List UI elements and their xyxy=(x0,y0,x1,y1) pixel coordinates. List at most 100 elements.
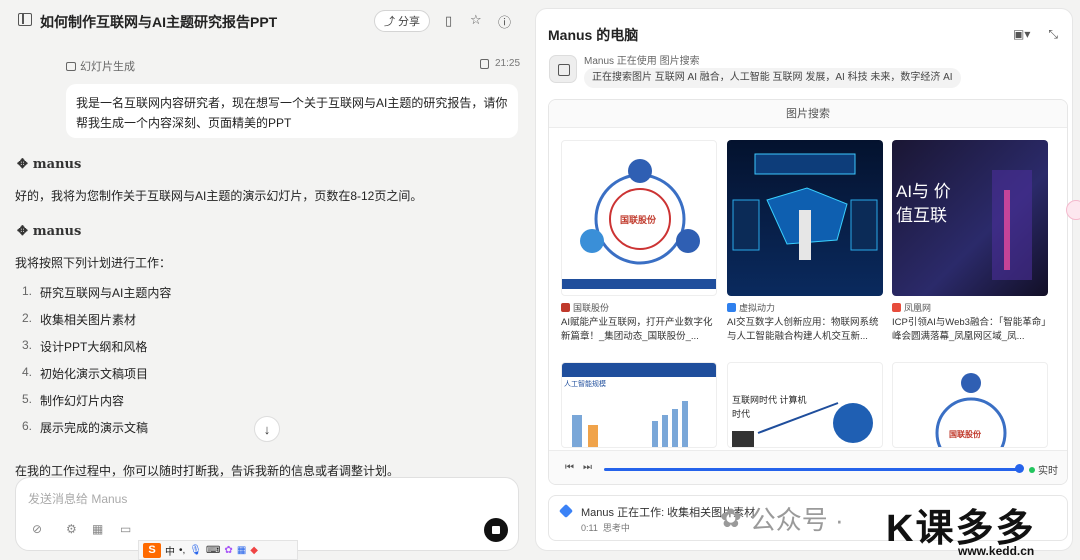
search-query: 正在搜索图片 互联网 AI 融合，人工智能 互联网 发展，AI 科技 未来，数字… xyxy=(584,68,961,88)
thinking-label: 思考中 xyxy=(602,523,630,533)
info-icon[interactable]: ⓘ xyxy=(498,12,511,31)
result-thumbnail[interactable]: 人工智能规模 xyxy=(561,362,717,448)
result-thumbnail[interactable]: 国联股份 xyxy=(892,362,1048,448)
timestamp: 21:25 xyxy=(495,58,521,69)
chat-panel: 如何制作互联网与AI主题研究报告PPT ⤴ 分享 ▯ ☆ ⓘ 幻灯片生成 21:2… xyxy=(0,0,534,560)
ime-toolbar[interactable]: S 中 •, 🎙 ⌨ ✿ ▦ ◆ xyxy=(138,540,298,560)
result-caption[interactable]: AI交互数字人创新应用：物联网系统与人工智能融合构建人机交互新... xyxy=(727,316,883,344)
tag-label: 幻灯片生成 xyxy=(80,61,135,73)
live-indicator[interactable]: 实时 xyxy=(1029,462,1058,477)
thumbnail-text: 互联网时代 计算机时代 xyxy=(732,395,807,419)
working-icon xyxy=(558,503,574,519)
message-input[interactable]: 发送消息给 Manus xyxy=(28,490,127,507)
watermark-text: ✿ 公众号 · xyxy=(720,500,844,537)
result-caption[interactable]: ICP引领AI与Web3融合：「智能革命」峰会圆满落幕_凤凰网区域_凤... xyxy=(892,316,1048,344)
plugin-icon[interactable]: ◆ xyxy=(250,545,258,556)
result-source: 凤凰网 xyxy=(892,301,1048,314)
copy-icon[interactable] xyxy=(480,58,489,69)
screen-icon[interactable]: ▣▾ xyxy=(1013,27,1030,42)
thumbnail-text: 国联股份 xyxy=(949,430,981,439)
source-label: 凤凰网 xyxy=(904,303,932,313)
image-result[interactable]: AI与 价值互联 凤凰网 ICP引领AI与Web3融合：「智能革命」峰会圆满落幕… xyxy=(892,140,1048,344)
result-thumbnail[interactable] xyxy=(727,140,883,296)
result-caption[interactable]: AI赋能产业互联网，打开产业数字化新篇章！_集团动态_国联股份_... xyxy=(561,316,717,344)
image-result[interactable]: 国联股份 xyxy=(892,362,1048,448)
step-number: 2. xyxy=(22,311,33,325)
slides-icon xyxy=(66,61,76,71)
stop-button[interactable] xyxy=(484,518,508,542)
tool-usage-text: Manus 正在使用 图片搜索 xyxy=(584,56,700,67)
step-text: 设计PPT大纲和风格 xyxy=(40,340,148,354)
assistant-label: manus xyxy=(32,224,82,239)
image-result[interactable]: 互联网时代 计算机时代 xyxy=(727,362,883,448)
image-result[interactable]: 国联股份 国联股份 AI赋能产业互联网，打开产业数字化新篇章！_集团动态_国联股… xyxy=(561,140,717,344)
apps-icon[interactable]: ▦ xyxy=(237,545,246,556)
live-dot-icon xyxy=(1029,466,1035,473)
step-number: 5. xyxy=(22,392,33,406)
assistant-reply-1: 好的，我将为您制作关于互联网与AI主题的演示幻灯片，页数在8-12页之间。 xyxy=(15,189,423,203)
step-text: 初始化演示文稿项目 xyxy=(40,367,149,381)
image-result[interactable]: 人工智能规模 xyxy=(561,362,717,448)
scroll-down-button[interactable]: ↓ xyxy=(254,416,280,442)
assistant-name-2: ✥ manus xyxy=(17,224,81,239)
elapsed-time: 0:11 xyxy=(581,523,598,533)
skin-icon[interactable]: ✿ xyxy=(224,545,232,556)
result-thumbnail[interactable]: 国联股份 xyxy=(561,140,717,296)
keyboard-icon[interactable]: ⌨ xyxy=(206,545,220,556)
browser-view: 图片搜索 国联股份 国联股份 AI赋能产业互联网，打开产业数字化新篇章！_集团动… xyxy=(548,99,1068,485)
punct-icon[interactable]: •, xyxy=(179,545,185,556)
thumbnail-text: 人工智能规模 xyxy=(564,381,606,388)
assistant-reply-2: 我将按照下列计划进行工作： xyxy=(15,256,172,270)
arrow-down-icon: ↓ xyxy=(263,421,271,437)
watermark-url: www.kedd.cn xyxy=(958,544,1035,558)
list-item: 1. 研究互联网与AI主题内容 xyxy=(22,284,171,311)
sogou-logo-icon[interactable]: S xyxy=(143,542,161,558)
result-thumbnail[interactable]: 互联网时代 计算机时代 xyxy=(727,362,883,448)
result-source: 虚拟动力 xyxy=(727,301,883,314)
assistant-label: manus xyxy=(32,157,82,172)
chat-header: 如何制作互联网与AI主题研究报告PPT ⤴ 分享 ▯ ☆ ⓘ xyxy=(0,0,534,42)
progress-track[interactable] xyxy=(604,468,1019,471)
step-text: 展示完成的演示文稿 xyxy=(40,421,149,435)
mic-icon[interactable]: 🎙 xyxy=(189,545,202,556)
panel-tools: ▣▾ ⤡ xyxy=(1013,27,1058,42)
thumbnail-graphic xyxy=(732,153,878,260)
file-icon[interactable]: ▯ xyxy=(445,13,452,29)
panel-title: Manus 的电脑 xyxy=(548,27,639,43)
manus-computer-panel: Manus 的电脑 ▣▾ ⤡ Manus 正在使用 图片搜索 正在搜索图片 互联… xyxy=(535,8,1073,551)
list-item: 4. 初始化演示文稿项目 xyxy=(22,365,171,392)
site-icon xyxy=(727,303,736,312)
star-icon[interactable]: ☆ xyxy=(470,12,482,28)
skip-back-icon[interactable]: ⏮ xyxy=(565,462,574,473)
list-item: 6. 展示完成的演示文稿 xyxy=(22,419,171,446)
image-result[interactable]: 虚拟动力 AI交互数字人创新应用：物联网系统与人工智能融合构建人机交互新... xyxy=(727,140,883,344)
plan-list: 1. 研究互联网与AI主题内容 2. 收集相关图片素材 3. 设计PPT大纲和风格 4… xyxy=(22,284,171,446)
page-title: 如何制作互联网与AI主题研究报告PPT xyxy=(40,14,278,30)
thumbnail-graphic xyxy=(992,170,1032,280)
sidebar-toggle-icon[interactable] xyxy=(18,13,32,26)
user-message: 我是一名互联网内容研究者，现在想写一个关于互联网与AI主题的研究报告，请你帮我生… xyxy=(66,84,518,138)
message-meta: 21:25 xyxy=(480,58,520,69)
skip-forward-icon[interactable]: ⏭ xyxy=(583,462,592,473)
list-item: 5. 制作幻灯片内容 xyxy=(22,392,171,419)
site-icon xyxy=(561,303,570,312)
floating-assistant-icon[interactable] xyxy=(1066,200,1080,220)
thumbnail-text: 国联股份 xyxy=(620,215,657,225)
site-icon xyxy=(892,303,901,312)
progress-handle[interactable] xyxy=(1015,464,1024,473)
ime-mode[interactable]: 中 xyxy=(165,543,175,558)
slide-generation-tag: 幻灯片生成 xyxy=(66,58,135,74)
share-button[interactable]: ⤴ 分享 xyxy=(374,10,430,32)
share-icon: ⤴ xyxy=(384,16,395,28)
step-number: 3. xyxy=(22,338,33,352)
collapse-icon[interactable]: ⤡ xyxy=(1048,27,1058,42)
assistant-name: ✥ manus xyxy=(17,157,81,172)
comment-icon[interactable]: ▭ xyxy=(120,522,131,536)
tools-icon[interactable]: ⚙ xyxy=(66,522,77,536)
step-text: 收集相关图片素材 xyxy=(40,313,137,327)
list-item: 3. 设计PPT大纲和风格 xyxy=(22,338,171,365)
grid-icon[interactable]: ▦ xyxy=(92,522,103,536)
list-item: 2. 收集相关图片素材 xyxy=(22,311,171,338)
attach-icon[interactable]: ⊘ xyxy=(32,522,42,536)
result-thumbnail[interactable]: AI与 价值互联 xyxy=(892,140,1048,296)
